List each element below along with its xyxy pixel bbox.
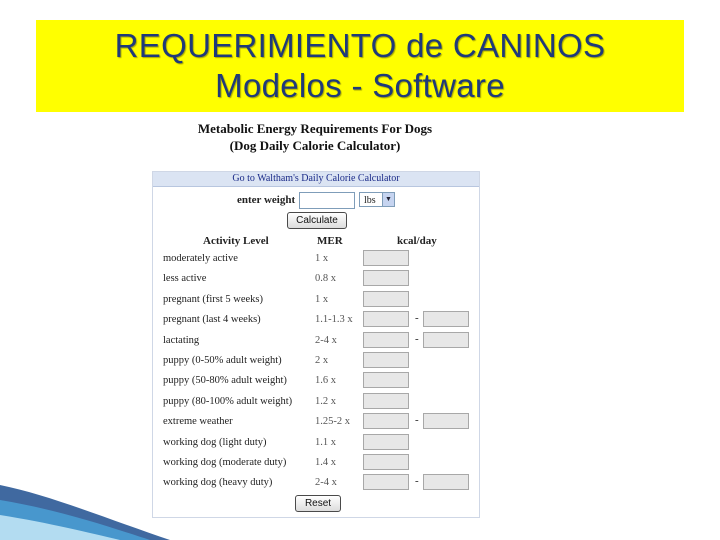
activity-level: working dog (light duty): [163, 436, 267, 448]
mer-factor: 1.25-2 x: [315, 416, 350, 428]
weight-row: enter weight lbs ▼: [153, 192, 479, 210]
table-row: puppy (80-100% adult weight) 1.2 x: [153, 392, 479, 412]
activity-level: working dog (heavy duty): [163, 477, 273, 489]
mer-factor: 2-4 x: [315, 477, 337, 489]
calculate-button[interactable]: Calculate: [287, 212, 347, 229]
unit-select-value: lbs: [364, 195, 376, 206]
mer-factor: 1.4 x: [315, 457, 336, 468]
kcal-output: [363, 331, 409, 348]
activity-level: less active: [163, 273, 207, 285]
mer-factor: 1.1 x: [315, 436, 336, 448]
kcal-output-max: [423, 311, 469, 328]
decorative-corner-swoosh: [0, 485, 170, 540]
column-header-activity: Activity Level: [203, 235, 269, 247]
unit-select[interactable]: lbs ▼: [359, 192, 395, 207]
mer-factor: 1.1-1.3 x: [315, 314, 353, 326]
mer-factor: 2-4 x: [315, 334, 337, 346]
kcal-output-max: [423, 331, 469, 348]
range-separator: -: [415, 332, 419, 345]
slide-title-line1: REQUERIMIENTO de CANINOS: [114, 27, 606, 64]
kcal-output: [363, 250, 409, 266]
table-row: extreme weather 1.25-2 x -: [153, 413, 479, 432]
kcal-output: [363, 454, 409, 470]
weight-input[interactable]: [299, 192, 355, 209]
mer-factor: 1.6 x: [315, 375, 336, 387]
range-separator: -: [415, 312, 419, 325]
table-row: less active 0.8 x: [153, 270, 479, 289]
kcal-output: [363, 311, 409, 328]
table-row: puppy (0-50% adult weight) 2 x: [153, 352, 479, 371]
kcal-output: [363, 474, 409, 491]
mer-factor: 1 x: [315, 293, 329, 305]
range-separator: -: [415, 414, 419, 427]
calculator-heading: Metabolic Energy Requirements For Dogs (…: [152, 120, 478, 154]
activity-level: puppy (80-100% adult weight): [163, 395, 293, 407]
column-header-mer: MER: [317, 235, 343, 247]
slide-title-line2: Modelos - Software: [215, 67, 505, 104]
calculator-heading-line1: Metabolic Energy Requirements For Dogs: [197, 121, 433, 136]
waltham-calculator-link[interactable]: Go to Waltham's Daily Calorie Calculator: [153, 172, 479, 187]
calorie-calculator-form: Go to Waltham's Daily Calorie Calculator…: [152, 171, 480, 518]
activity-level: moderately active: [163, 253, 238, 264]
kcal-output: [363, 352, 409, 368]
table-row: working dog (heavy duty) 2-4 x -: [153, 474, 479, 493]
kcal-output: [363, 413, 409, 430]
table-row: working dog (moderate duty) 1.4 x: [153, 454, 479, 473]
activity-level: extreme weather: [163, 416, 233, 428]
table-row: working dog (light duty) 1.1 x: [153, 433, 479, 453]
chevron-down-icon[interactable]: ▼: [382, 193, 394, 206]
range-separator: -: [415, 475, 419, 488]
table-row: moderately active 1 x: [153, 250, 479, 269]
slide-title-box: REQUERIMIENTO de CANINOS Modelos - Softw…: [36, 20, 684, 112]
kcal-output: [363, 433, 409, 450]
table-row: pregnant (last 4 weeks) 1.1-1.3 x -: [153, 311, 479, 330]
weight-label: enter weight: [237, 194, 296, 206]
kcal-output-max: [423, 413, 469, 430]
kcal-output-max: [423, 474, 469, 491]
kcal-output: [363, 372, 409, 389]
activity-level: puppy (50-80% adult weight): [163, 375, 287, 387]
table-row: puppy (50-80% adult weight) 1.6 x: [153, 372, 479, 391]
activity-level: lactating: [163, 334, 200, 346]
calculator-heading-line2: (Dog Daily Calorie Calculator): [229, 138, 401, 153]
column-header-kcal: kcal/day: [397, 235, 437, 247]
kcal-output: [363, 290, 409, 307]
reset-button[interactable]: Reset: [295, 495, 341, 512]
activity-level: puppy (0-50% adult weight): [163, 355, 282, 366]
table-row: lactating 2-4 x -: [153, 331, 479, 351]
activity-level: pregnant (last 4 weeks): [163, 314, 261, 326]
kcal-output: [363, 392, 409, 409]
mer-factor: 1 x: [315, 253, 329, 264]
table-row: pregnant (first 5 weeks) 1 x: [153, 290, 479, 310]
mer-factor: 2 x: [315, 355, 329, 366]
mer-factor: 0.8 x: [315, 273, 336, 285]
activity-level: pregnant (first 5 weeks): [163, 293, 264, 305]
activity-level: working dog (moderate duty): [163, 457, 287, 468]
kcal-output: [363, 270, 409, 287]
mer-factor: 1.2 x: [315, 395, 336, 407]
